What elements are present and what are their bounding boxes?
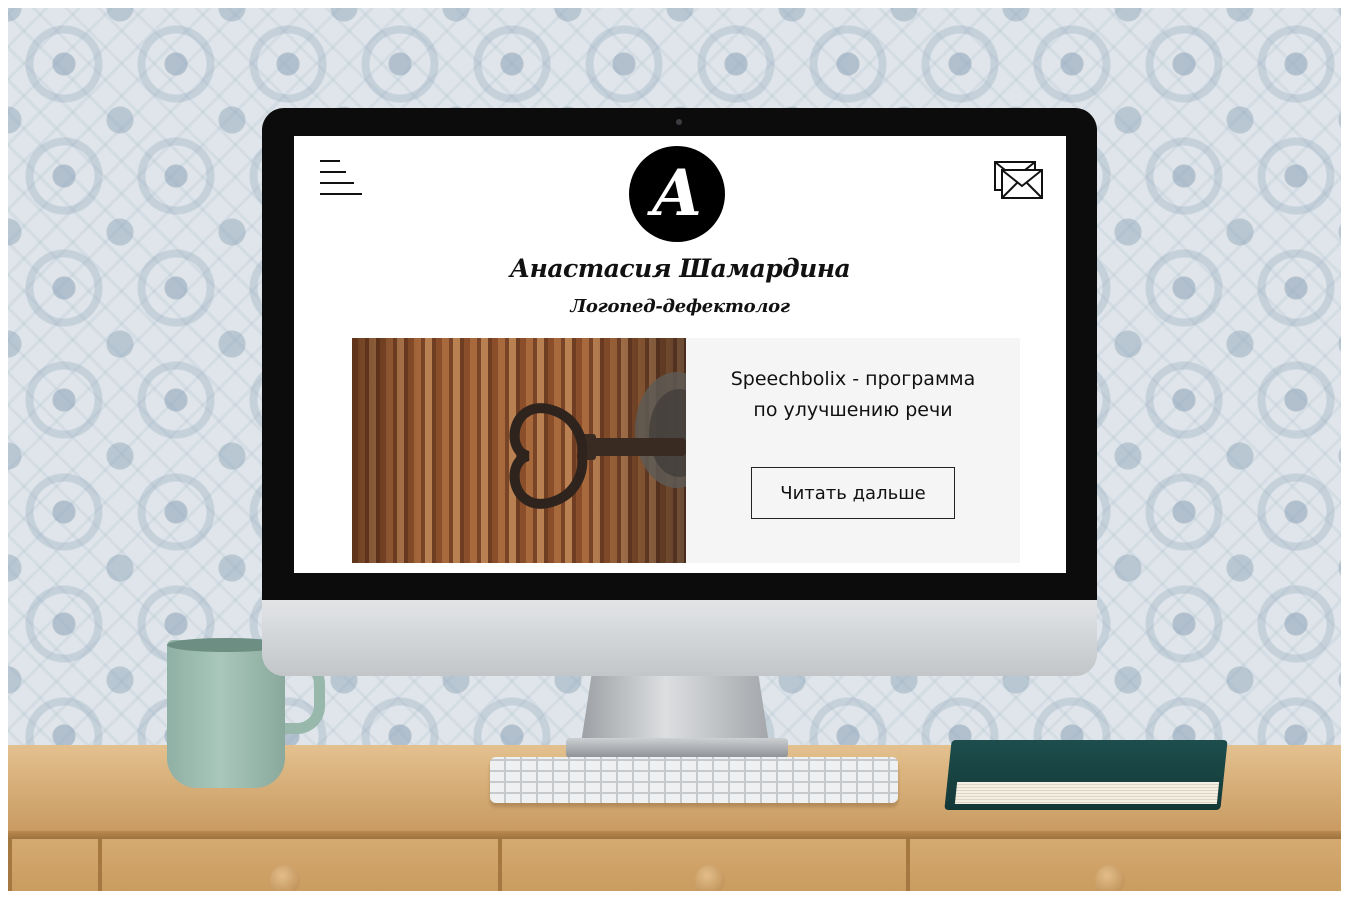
promo-line: по улучшению речи bbox=[753, 399, 953, 421]
old-key-in-lock-photo bbox=[352, 338, 686, 563]
promo-card: Speechbolix - программа по улучшению реч… bbox=[352, 338, 1020, 563]
envelope-icon[interactable] bbox=[994, 161, 1044, 201]
promo-text: Speechbolix - программа по улучшению реч… bbox=[686, 364, 1020, 426]
logo: A bbox=[629, 146, 725, 242]
monitor-stand-foot bbox=[566, 738, 788, 758]
site-owner-role: Логопед-дефектолог bbox=[570, 296, 790, 317]
drawer-divider bbox=[498, 839, 502, 891]
drawer-knob bbox=[695, 865, 725, 891]
drawer-knob bbox=[1095, 865, 1125, 891]
site-owner-name: Анастасия Шамардина bbox=[509, 254, 851, 283]
desk-edge bbox=[8, 831, 1341, 839]
read-more-button[interactable]: Читать дальше bbox=[751, 467, 955, 519]
key-illustration bbox=[509, 372, 686, 509]
drawer-knob bbox=[270, 865, 300, 891]
drawer-divider bbox=[906, 839, 910, 891]
camera-icon bbox=[676, 119, 682, 125]
drawer-divider bbox=[98, 839, 102, 891]
promo-line: Speechbolix - программа bbox=[730, 368, 976, 390]
drawer-divider bbox=[8, 839, 12, 891]
hamburger-menu-icon[interactable] bbox=[320, 160, 362, 198]
keyboard bbox=[490, 757, 898, 803]
monitor-chin bbox=[262, 600, 1097, 676]
website-screen: A Анастасия Шамардина Логопед-дефектолог… bbox=[294, 136, 1066, 573]
desk-drawers bbox=[8, 839, 1341, 891]
book-pages bbox=[954, 782, 1220, 804]
